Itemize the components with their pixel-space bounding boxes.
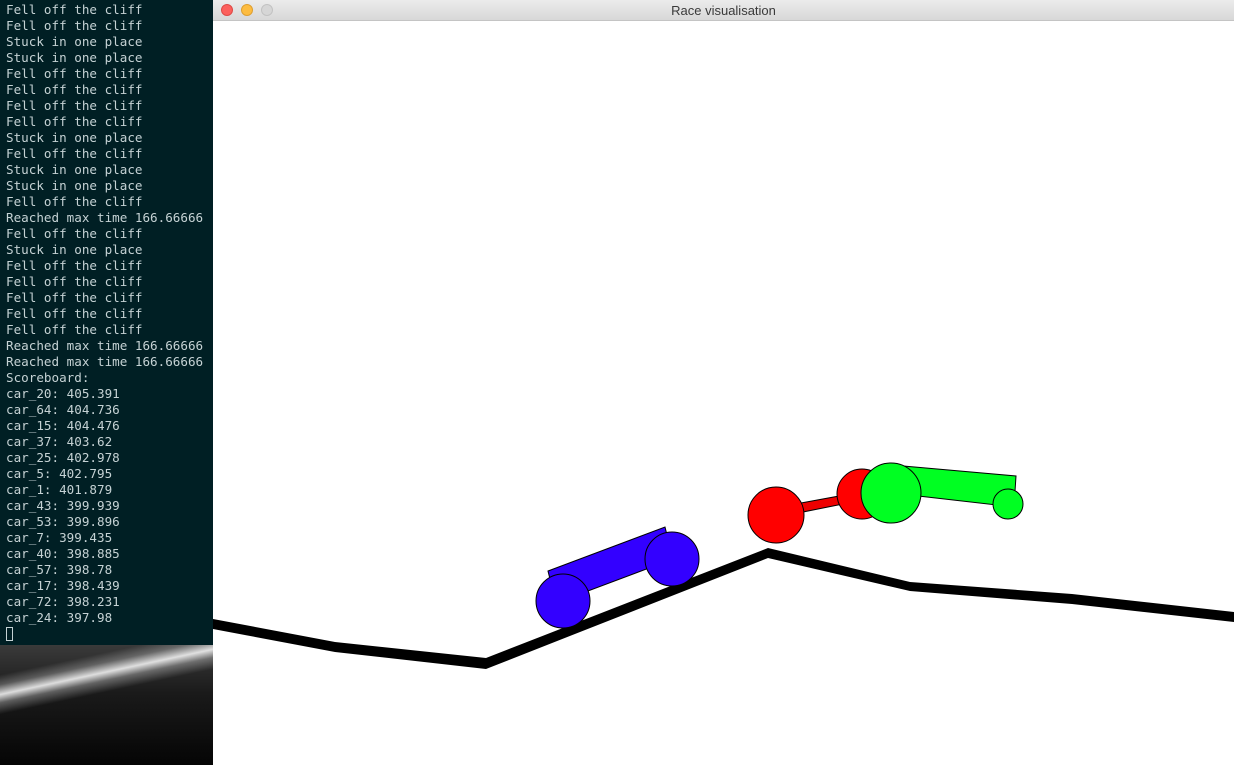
terminal-line: Fell off the cliff <box>6 98 143 113</box>
terminal-line: car_64: 404.736 <box>6 402 120 417</box>
green-car-front-wheel <box>992 488 1024 520</box>
red-car-front-wheel <box>747 486 805 544</box>
terminal-line: Fell off the cliff <box>6 114 143 129</box>
race-visualisation-window[interactable]: Race visualisation <box>213 0 1234 765</box>
terminal-line: Stuck in one place <box>6 162 143 177</box>
blue-car-front-wheel <box>644 531 700 587</box>
terminal-line: Fell off the cliff <box>6 66 143 81</box>
terminal-line: car_43: 399.939 <box>6 498 120 513</box>
terminal-line: Fell off the cliff <box>6 194 143 209</box>
terminal-line: Reached max time 166.66666 <box>6 210 204 225</box>
terminal-output: Fell off the cliff Fell off the cliff Stuc… <box>6 2 203 626</box>
terminal-line: Scoreboard: <box>6 370 90 385</box>
green-car <box>860 462 1024 524</box>
terminal-line: Fell off the cliff <box>6 2 143 17</box>
terminal-line: Fell off the cliff <box>6 258 143 273</box>
terminal-cursor <box>6 627 13 641</box>
terminal-line: Fell off the cliff <box>6 18 143 33</box>
terminal-window[interactable]: Fell off the cliff Fell off the cliff Stuc… <box>0 0 213 645</box>
window-title: Race visualisation <box>671 3 776 18</box>
terminal-line: car_17: 398.439 <box>6 578 120 593</box>
terminal-line: Reached max time 166.66666 <box>6 354 204 369</box>
terminal-line: car_72: 398.231 <box>6 594 120 609</box>
terminal-line: Fell off the cliff <box>6 274 143 289</box>
terminal-line: car_20: 405.391 <box>6 386 120 401</box>
terminal-line: Stuck in one place <box>6 242 143 257</box>
terminal-line: Fell off the cliff <box>6 322 143 337</box>
window-titlebar[interactable]: Race visualisation <box>213 0 1234 21</box>
terminal-line: Stuck in one place <box>6 178 143 193</box>
terminal-line: car_1: 401.879 <box>6 482 113 497</box>
desktop-wallpaper <box>0 645 213 765</box>
terminal-line: car_53: 399.896 <box>6 514 120 529</box>
terminal-line: Stuck in one place <box>6 50 143 65</box>
terminal-line: car_24: 397.98 <box>6 610 113 625</box>
track <box>213 548 1234 669</box>
terminal-line: car_37: 403.62 <box>6 434 113 449</box>
terminal-line: Stuck in one place <box>6 34 143 49</box>
terminal-line: car_57: 398.78 <box>6 562 113 577</box>
terminal-line: car_15: 404.476 <box>6 418 120 433</box>
blue-car-rear-wheel <box>535 573 591 629</box>
race-canvas <box>213 462 1234 669</box>
terminal-line: Fell off the cliff <box>6 226 143 241</box>
terminal-line: car_7: 399.435 <box>6 530 113 545</box>
terminal-line: car_25: 402.978 <box>6 450 120 465</box>
terminal-line: Fell off the cliff <box>6 306 143 321</box>
terminal-line: Fell off the cliff <box>6 82 143 97</box>
terminal-line: Fell off the cliff <box>6 146 143 161</box>
terminal-line: car_40: 398.885 <box>6 546 120 561</box>
green-car-rear-wheel <box>860 462 922 524</box>
terminal-line: Fell off the cliff <box>6 290 143 305</box>
terminal-line: Stuck in one place <box>6 130 143 145</box>
terminal-line: car_5: 402.795 <box>6 466 113 481</box>
terminal-line: Reached max time 166.66666 <box>6 338 204 353</box>
